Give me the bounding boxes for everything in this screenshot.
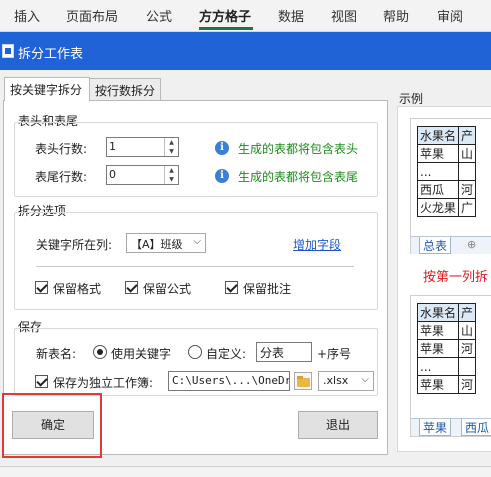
spin-up-icon[interactable]: ▲ [165,138,178,147]
group-header-footer [14,122,378,197]
ribbon-tab-bar: 插入 页面布局 公式 方方格子 数据 视图 帮助 审阅 [0,0,491,32]
table-cell: 河 [458,180,477,199]
table-cell: 苹果 [416,339,460,358]
custom-name-label: 自定义: [206,347,247,361]
keep-format-checkbox[interactable] [35,281,48,294]
table-cell: 西瓜 [416,180,460,199]
header-rows-value: 1 [109,140,116,153]
table-cell: 苹果 [416,375,460,394]
tab-split-by-rows[interactable]: 按行数拆分 [89,78,161,100]
active-tab-indicator [199,27,253,30]
footer-rows-label: 表尾行数: [35,170,88,184]
ribbon-tab-page-layout[interactable]: 页面布局 [66,6,118,25]
divider [36,266,354,267]
tab-split-by-keyword[interactable]: 按关键字拆分 [4,77,90,101]
exit-button[interactable]: 退出 [298,411,378,439]
table-cell: 苹果 [416,321,460,340]
keep-formula-label: 保留公式 [143,282,192,296]
ribbon-tab-view[interactable]: 视图 [331,6,357,25]
worksheet-icon [2,44,14,58]
example-label: 示例 [399,92,424,106]
example-thumb-total: 水果名产 苹果山 ... 西瓜河 火龙果广 总表 ⊕ [410,118,491,254]
suffix-label: +序号 [317,347,352,361]
table-cell: 山 [458,321,477,340]
info-icon: i [215,169,229,183]
table-cell: 山 [458,144,477,163]
use-keyword-label: 使用关键字 [111,347,172,361]
folder-icon[interactable] [294,372,312,390]
footer-hint: 生成的表都将包含表尾 [238,170,359,184]
spin-up-icon[interactable]: ▲ [165,166,178,175]
file-extension-select[interactable]: .xlsx ⌵ [318,371,374,391]
table-cell [458,357,477,376]
header-hint: 生成的表都将包含表头 [238,142,359,156]
table-cell: 广 [458,198,477,217]
dialog-title-bar[interactable]: 拆分工作表 [0,32,491,70]
keep-comment-label: 保留批注 [243,282,292,296]
keep-comment-checkbox[interactable] [225,281,238,294]
ribbon-tab-formulas[interactable]: 公式 [146,6,172,25]
add-field-link[interactable]: 增加字段 [293,236,341,253]
file-extension-value: .xlsx [323,374,349,387]
ribbon-tab-help[interactable]: 帮助 [383,6,409,25]
example-thumb-split: 水果名产 苹果山 苹果河 ... 苹果河 苹果 西瓜 [410,295,491,437]
table-cell: 水果名 [416,126,460,145]
highlight-outline [2,393,102,458]
info-icon: i [215,141,229,155]
ribbon-tab-data[interactable]: 数据 [278,6,304,25]
table-cell: ... [416,162,460,181]
ribbon-tab-fangfang[interactable]: 方方格子 [199,6,251,25]
header-rows-stepper[interactable]: 1 ▲ ▼ [106,137,179,157]
split-note: 按第一列拆 [423,270,489,285]
table-cell [458,162,477,181]
table-cell: ... [416,357,460,376]
sheet-tab-watermelon: 西瓜 [461,419,491,436]
save-path-input[interactable]: C:\Users\...\OneDri [168,371,290,391]
spin-down-icon[interactable]: ▼ [165,147,178,156]
keyword-column-label: 关键字所在列: [36,238,113,252]
chevron-down-icon: ⌵ [193,236,201,247]
sheet-tab-bar: 总表 ⊕ [411,236,491,254]
sheet-tab-apple: 苹果 [419,419,452,436]
ribbon-tab-review[interactable]: 审阅 [437,6,463,25]
keep-formula-checkbox[interactable] [125,281,138,294]
header-rows-label: 表头行数: [35,142,88,156]
keyword-column-select[interactable]: 【A】班级 ⌵ [126,233,206,253]
footer-rows-value: 0 [109,168,116,181]
chevron-down-icon: ⌵ [361,374,369,385]
example-table-total: 水果名产 苹果山 ... 西瓜河 火龙果广 [416,126,477,217]
custom-name-radio[interactable] [188,345,202,359]
custom-name-input[interactable]: 分表 [256,342,312,362]
status-bar [0,466,491,477]
footer-rows-stepper[interactable]: 0 ▲ ▼ [106,165,179,185]
sheet-tab-total: 总表 [419,237,452,254]
table-cell: 苹果 [416,144,460,163]
new-sheet-icon: ⊕ [467,238,477,251]
table-cell: 产 [458,303,477,322]
dialog-title: 拆分工作表 [18,47,84,62]
keyword-column-value: 【A】班级 [131,238,183,251]
table-cell: 河 [458,339,477,358]
save-as-workbook-checkbox[interactable] [35,375,48,388]
example-table-split: 水果名产 苹果山 苹果河 ... 苹果河 [416,303,477,394]
keep-format-label: 保留格式 [53,282,102,296]
save-as-workbook-label: 保存为独立工作簿: [53,376,154,390]
table-cell: 火龙果 [416,198,460,217]
table-cell: 产 [458,126,477,145]
table-cell: 水果名 [416,303,460,322]
ribbon-tab-insert[interactable]: 插入 [14,6,40,25]
use-keyword-radio[interactable] [93,345,107,359]
sheet-tab-bar: 苹果 西瓜 [411,418,491,436]
table-cell: 河 [458,375,477,394]
new-name-label: 新表名: [36,347,77,361]
spin-down-icon[interactable]: ▼ [165,175,178,184]
